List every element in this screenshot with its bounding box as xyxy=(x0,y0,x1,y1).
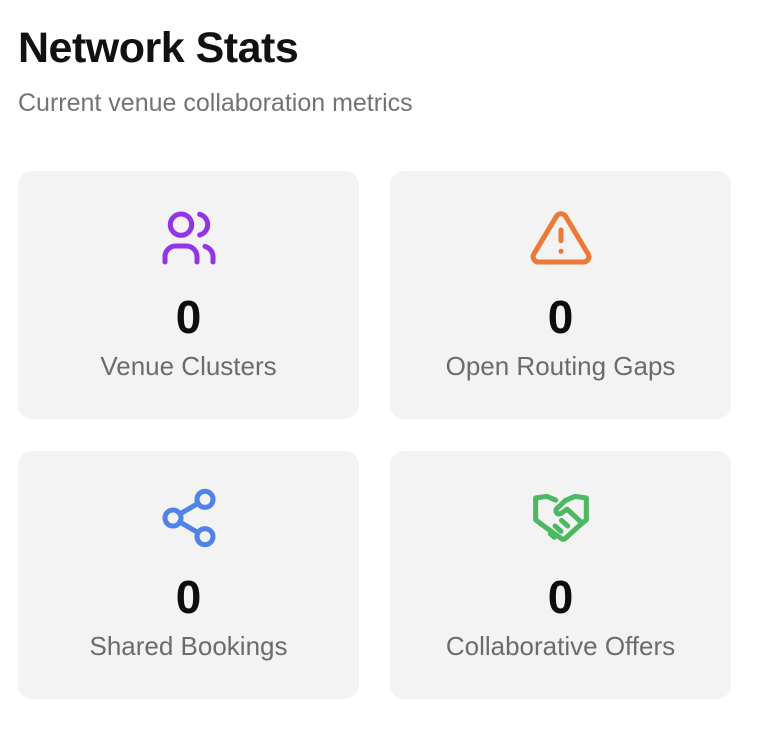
stat-card-collaborative-offers: 0 Collaborative Offers xyxy=(390,451,731,699)
stat-value: 0 xyxy=(547,291,574,343)
share-icon xyxy=(157,486,221,550)
stat-card-venue-clusters: 0 Venue Clusters xyxy=(18,171,359,419)
stat-label: Shared Bookings xyxy=(89,631,288,661)
stat-card-open-routing-gaps: 0 Open Routing Gaps xyxy=(390,171,731,419)
stat-value: 0 xyxy=(547,571,574,623)
page-subtitle: Current venue collaboration metrics xyxy=(18,89,413,117)
users-icon xyxy=(157,206,221,270)
stat-label: Collaborative Offers xyxy=(445,631,676,661)
stat-label: Open Routing Gaps xyxy=(445,351,676,381)
stat-card-shared-bookings: 0 Shared Bookings xyxy=(18,451,359,699)
stat-value: 0 xyxy=(175,571,202,623)
stat-value: 0 xyxy=(175,291,202,343)
warning-triangle-icon xyxy=(529,206,593,270)
handshake-icon xyxy=(529,486,593,550)
page-title: Network Stats xyxy=(18,24,299,72)
stat-label: Venue Clusters xyxy=(100,351,277,381)
